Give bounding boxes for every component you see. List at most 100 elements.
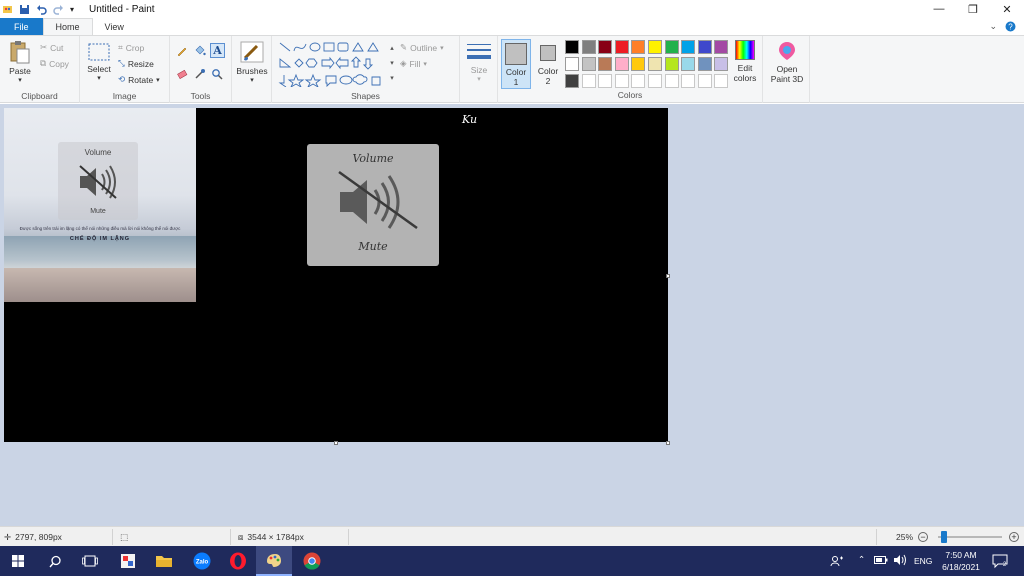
rotate-button[interactable]: ⟲ Rotate ▾ (118, 74, 160, 85)
fill-bucket-icon[interactable] (194, 45, 206, 59)
shapes-scroll[interactable]: ▴ ▾ ▾ (388, 41, 396, 87)
minimize-button[interactable]: — (922, 0, 956, 18)
redo-icon[interactable] (53, 4, 64, 15)
color1-button[interactable]: Color 1 (501, 39, 531, 89)
palette-swatch[interactable] (581, 57, 596, 71)
zoom-out-button[interactable]: − (918, 527, 928, 547)
brushes-dropdown-icon[interactable]: ▾ (235, 76, 269, 84)
drawing-canvas[interactable]: Volume Mute Được sống trên trái im lặng … (4, 108, 668, 442)
palette-swatch[interactable] (598, 57, 613, 71)
battery-icon[interactable] (874, 555, 888, 567)
cut-button[interactable]: ✂ Cut (40, 42, 63, 53)
resize-button[interactable]: ⤡ Resize (118, 58, 154, 69)
palette-swatch[interactable] (581, 40, 596, 54)
palette-swatch[interactable] (648, 40, 662, 54)
color-picker-icon[interactable] (194, 68, 206, 82)
brushes-button[interactable]: Brushes ▾ (235, 40, 269, 84)
language-indicator[interactable]: ENG (914, 556, 932, 566)
show-hidden-icons[interactable]: ⌃ (858, 554, 865, 565)
palette-swatch[interactable] (614, 40, 629, 54)
taskbar-opera[interactable] (220, 546, 256, 576)
search-button[interactable] (38, 546, 72, 576)
photo-mute-label: Mute (90, 208, 106, 215)
resize-handle-right[interactable] (666, 274, 670, 278)
collapse-ribbon-icon[interactable]: ⌄ (989, 21, 997, 34)
palette-swatch[interactable] (714, 40, 729, 54)
palette-swatch[interactable] (631, 74, 646, 88)
clock[interactable]: 7:50 AM 6/18/2021 (936, 549, 986, 573)
palette-swatch[interactable] (598, 40, 613, 54)
paste-button[interactable]: Paste ▾ (6, 40, 34, 84)
text-tool-icon[interactable]: A (210, 43, 225, 58)
tab-file[interactable]: File (0, 18, 43, 35)
palette-swatch[interactable] (565, 74, 579, 88)
palette-swatch[interactable] (681, 57, 696, 71)
select-dropdown-icon[interactable]: ▾ (85, 74, 113, 82)
palette-swatch[interactable] (664, 74, 679, 88)
shapes-gallery[interactable] (278, 41, 388, 89)
palette-swatch[interactable] (714, 57, 729, 71)
palette-swatch[interactable] (664, 40, 679, 54)
people-icon[interactable] (830, 554, 844, 570)
color2-button[interactable]: Color 2 (534, 39, 562, 89)
palette-swatch[interactable] (614, 74, 629, 88)
taskbar-chrome[interactable] (294, 546, 330, 576)
palette-swatch[interactable] (631, 40, 646, 54)
edit-colors-button[interactable]: Edit colors (730, 40, 760, 83)
palette-swatch[interactable] (581, 74, 596, 88)
open-paint3d-button[interactable]: Open Paint 3D (766, 40, 808, 84)
palette-swatch[interactable] (697, 57, 712, 71)
mute-speaker-icon (338, 170, 418, 230)
tab-home[interactable]: Home (42, 18, 93, 35)
palette-swatch[interactable] (598, 74, 613, 88)
palette-swatch[interactable] (697, 74, 712, 88)
palette-swatch[interactable] (714, 74, 729, 88)
magnifier-icon[interactable] (211, 68, 223, 82)
eraser-icon[interactable] (176, 68, 188, 82)
resize-handle-bottom[interactable] (334, 441, 338, 445)
canvas-workarea[interactable]: Volume Mute Được sống trên trái im lặng … (0, 104, 1024, 526)
zoom-in-button[interactable]: + (1009, 527, 1019, 547)
select-button[interactable]: Select ▾ (85, 42, 113, 82)
notification-center-icon[interactable]: 2 (992, 553, 1008, 571)
palette-swatch[interactable] (681, 74, 696, 88)
size-button[interactable]: Size ▾ (464, 41, 494, 83)
volume-card[interactable]: Volume Mute (307, 144, 439, 266)
palette-swatch[interactable] (631, 57, 646, 71)
save-icon[interactable] (19, 4, 30, 15)
palette-swatch[interactable] (614, 57, 629, 71)
zoom-slider-thumb[interactable] (941, 531, 947, 543)
taskbar-paint[interactable] (256, 546, 292, 576)
taskbar-file-explorer[interactable] (146, 546, 182, 576)
help-icon[interactable]: ? (1005, 21, 1016, 34)
volume-icon[interactable] (893, 554, 907, 568)
palette-swatch[interactable] (648, 57, 662, 71)
taskbar-zalo[interactable]: Zalo (184, 546, 220, 576)
pasted-photo[interactable]: Volume Mute Được sống trên trái im lặng … (4, 108, 196, 302)
customize-qat-icon[interactable]: ▾ (70, 4, 81, 15)
resize-handle-corner[interactable] (666, 441, 670, 445)
quick-access-toolbar: ▾ (0, 0, 81, 18)
palette-swatch[interactable] (565, 57, 579, 71)
palette-swatch[interactable] (697, 40, 712, 54)
paste-dropdown-icon[interactable]: ▾ (6, 76, 34, 84)
tab-view[interactable]: View (93, 18, 136, 35)
fill-button[interactable]: ◈ Fill ▾ (400, 58, 427, 69)
zoom-slider-track[interactable] (938, 536, 1002, 538)
undo-icon[interactable] (36, 4, 47, 15)
color1-swatch (505, 43, 527, 65)
crop-button[interactable]: ⌗ Crop (118, 42, 144, 53)
copy-button[interactable]: ⧉ Copy (40, 58, 69, 69)
pencil-icon[interactable] (176, 45, 188, 59)
task-view-button[interactable] (72, 546, 108, 576)
palette-swatch[interactable] (565, 40, 579, 54)
close-button[interactable]: ✕ (990, 0, 1024, 18)
folder-icon (156, 556, 172, 567)
restore-button[interactable]: ❐ (956, 0, 990, 18)
palette-swatch[interactable] (648, 74, 662, 88)
palette-swatch[interactable] (681, 40, 696, 54)
taskbar-app-snipping[interactable] (110, 546, 146, 576)
outline-button[interactable]: ✎ Outline ▾ (400, 42, 444, 53)
palette-swatch[interactable] (664, 57, 679, 71)
start-button[interactable] (0, 546, 36, 576)
